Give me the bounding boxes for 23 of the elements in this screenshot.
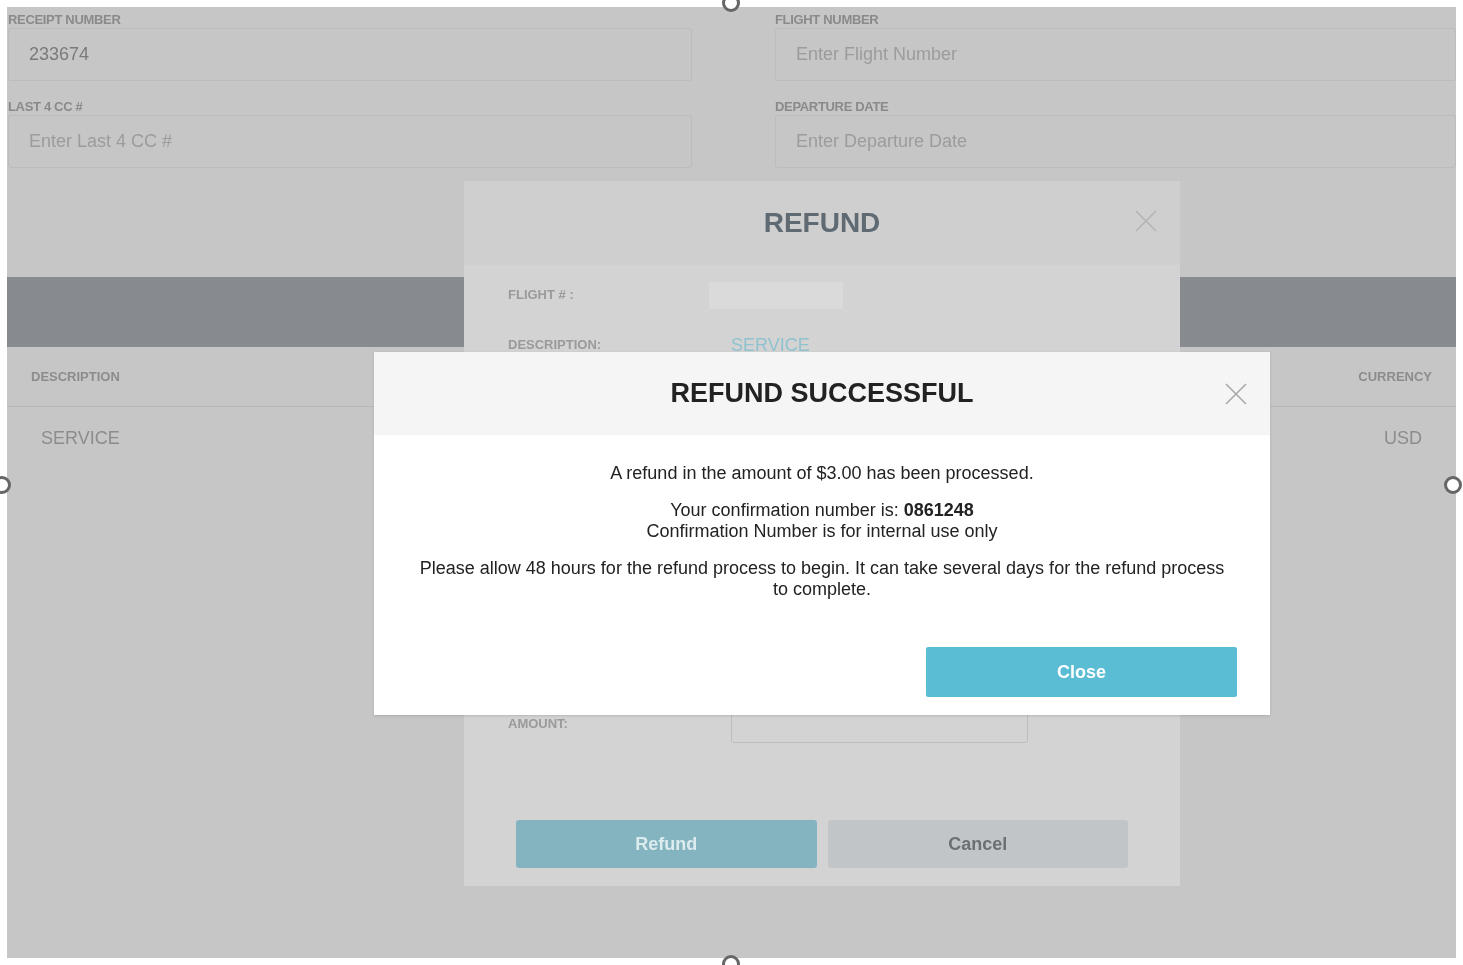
dialog-title: REFUND bbox=[763, 206, 881, 240]
column-header: DESCRIPTION bbox=[31, 367, 120, 386]
field-label: LAST 4 CC # bbox=[8, 98, 84, 115]
field-label: DESCRIPTION: bbox=[508, 336, 603, 355]
dialog-title: REFUND SUCCESSFUL bbox=[670, 377, 974, 411]
input-field[interactable]: 233674 bbox=[8, 28, 692, 81]
field-label: FLIGHT # : bbox=[508, 286, 575, 305]
column-header: CURRENCY bbox=[1358, 367, 1432, 386]
resize-handle-icon[interactable] bbox=[1444, 476, 1462, 494]
description-value: SERVICE bbox=[731, 333, 810, 357]
cancel-button[interactable]: Cancel bbox=[827, 820, 1128, 868]
field-label: AMOUNT: bbox=[508, 715, 569, 734]
close-button[interactable]: Close bbox=[926, 647, 1237, 697]
field-label: FLIGHT NUMBER bbox=[775, 11, 880, 28]
message-text: Your confirmation number is: 0861248 bbox=[670, 500, 974, 521]
message-text: A refund in the amount of $3.00 has been processed. bbox=[610, 463, 1034, 484]
field-label: RECEIPT NUMBER bbox=[8, 11, 122, 28]
message-text: Confirmation Number is for internal use only bbox=[646, 521, 998, 542]
refund-button[interactable]: Refund bbox=[516, 820, 817, 868]
field-label: DEPARTURE DATE bbox=[775, 98, 890, 115]
table-cell-text: USD bbox=[1384, 426, 1422, 450]
table-cell-text: SERVICE bbox=[41, 426, 120, 450]
message-text: Please allow 48 hours for the refund process to begin. It can take several days for the refund process to complete. bbox=[418, 558, 1226, 600]
